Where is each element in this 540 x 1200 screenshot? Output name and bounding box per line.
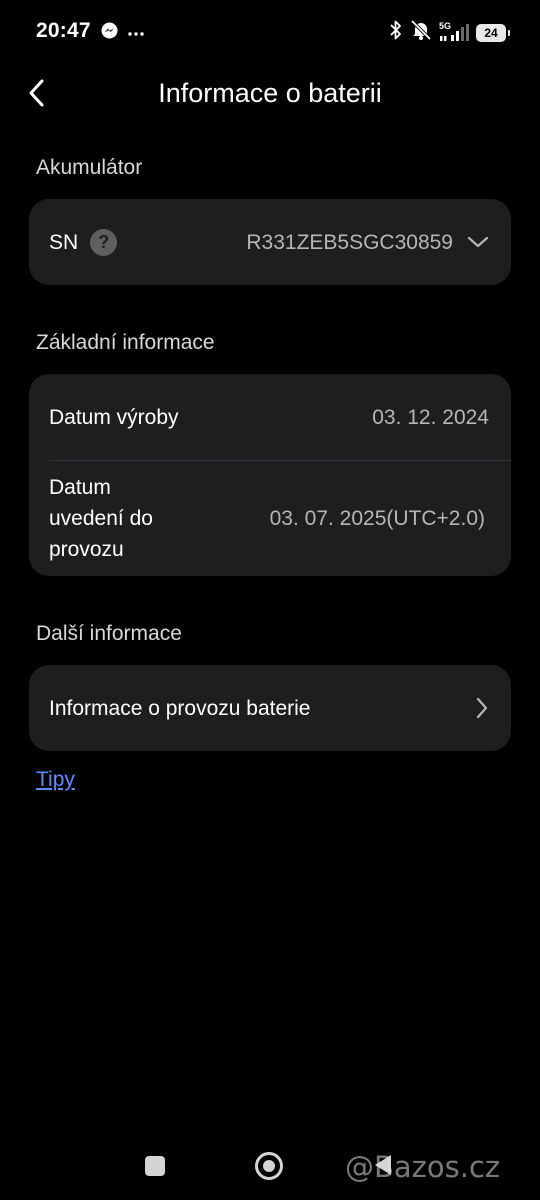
battery-usage-label: Informace o provozu baterie xyxy=(49,696,311,720)
status-bar: 20:47 5G 24 xyxy=(0,0,540,62)
card-accumulator: SN ? R331ZEB5SGC30859 xyxy=(29,199,511,285)
section-label-more-info: Další informace xyxy=(36,622,182,645)
signal-5g-icon: 5G xyxy=(439,21,469,43)
home-button[interactable] xyxy=(255,1152,283,1180)
recents-button[interactable] xyxy=(145,1156,165,1176)
help-icon[interactable]: ? xyxy=(90,228,118,256)
watermark: @Bazos.cz xyxy=(345,1150,501,1184)
card-basic-info: Datum výroby 03. 12. 2024 Datum uvedení … xyxy=(29,374,511,576)
bluetooth-icon xyxy=(389,20,403,45)
status-time: 20:47 xyxy=(36,19,91,42)
sn-row[interactable]: SN ? R331ZEB5SGC30859 xyxy=(29,199,511,285)
page-title: Informace o baterii xyxy=(158,78,382,108)
activation-date-value: 03. 07. 2025(UTC+2.0) xyxy=(269,507,485,530)
chevron-right-icon xyxy=(475,696,489,720)
manufacture-date-label: Datum výroby xyxy=(49,405,179,429)
manufacture-date-row: Datum výroby 03. 12. 2024 xyxy=(29,374,511,460)
card-more-info: Informace o provozu baterie xyxy=(29,665,511,751)
section-label-basic-info: Základní informace xyxy=(36,331,215,354)
activation-date-row: Datum uvedení do provozu 03. 07. 2025(UT… xyxy=(29,461,511,576)
sn-value: R331ZEB5SGC30859 xyxy=(246,230,453,254)
chevron-down-icon[interactable] xyxy=(467,235,489,249)
sn-label: SN xyxy=(49,230,79,254)
status-right-icons: 5G 24 xyxy=(389,19,510,45)
section-label-accumulator: Akumulátor xyxy=(36,156,143,179)
header: Informace o baterii xyxy=(0,62,540,126)
mute-bell-icon xyxy=(410,19,432,45)
activation-date-label: Datum uvedení do provozu xyxy=(49,476,153,561)
manufacture-date-value: 03. 12. 2024 xyxy=(372,405,489,429)
messenger-icon xyxy=(101,22,118,44)
status-left-icons xyxy=(101,22,144,44)
more-dots-icon xyxy=(128,24,144,42)
tips-link[interactable]: Tipy xyxy=(36,768,75,792)
battery-icon: 24 xyxy=(476,23,510,42)
battery-usage-row[interactable]: Informace o provozu baterie xyxy=(29,665,511,751)
